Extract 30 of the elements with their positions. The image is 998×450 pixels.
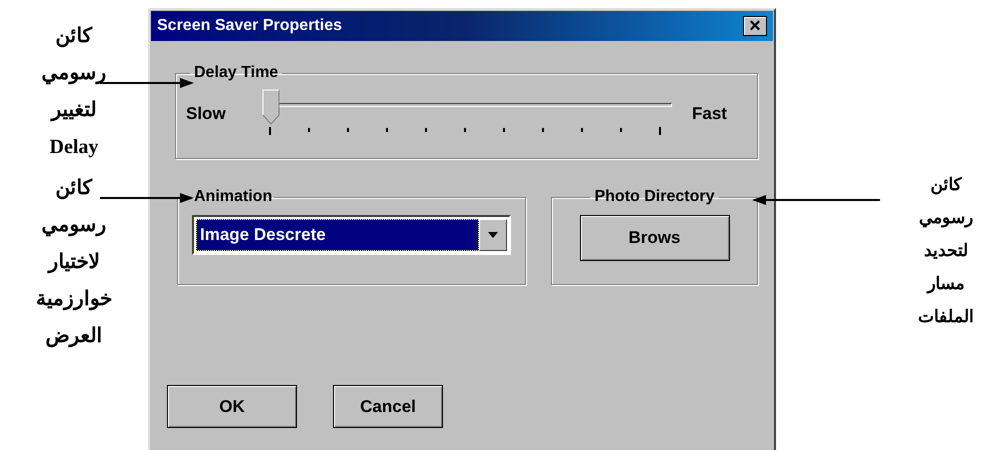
slider-thumb[interactable]: [262, 89, 280, 125]
fast-label: Fast: [692, 103, 727, 125]
window-title: Screen Saver Properties: [157, 16, 342, 36]
annotation-line: مسار: [928, 273, 964, 296]
annotation-line: Delay: [50, 135, 98, 160]
dialog-button[interactable]: OK: [167, 385, 297, 428]
dialog-button[interactable]: Cancel: [333, 385, 443, 428]
annotation-line: خوارزمية: [36, 287, 112, 312]
annotation-line: رسومي: [919, 207, 973, 230]
close-button[interactable]: ×: [743, 16, 767, 36]
dropdown-button[interactable]: [479, 219, 507, 251]
dialog-button[interactable]: Brows: [580, 215, 730, 261]
group-label: Delay Time: [193, 63, 280, 83]
slow-label: Slow: [186, 103, 227, 125]
annotation-line: كائن: [56, 176, 92, 202]
annotation-line: لتحديد: [924, 240, 968, 262]
annotation-line: كائن: [930, 174, 962, 196]
annotation-line: لتغيير: [52, 98, 96, 124]
dropdown-value: Image Descrete: [196, 219, 479, 251]
slider-track[interactable]: [262, 87, 672, 127]
annotation-line: العرض: [46, 324, 102, 350]
annotation-line: رسومي: [42, 213, 106, 238]
caret-icon: [488, 232, 498, 238]
group-label: Animation: [193, 187, 274, 207]
annotation-line: الملفات: [918, 306, 974, 328]
animation-dropdown[interactable]: Image Descrete: [192, 215, 511, 255]
annotation-line: رسومي: [42, 61, 106, 86]
group-label: Photo Directory: [593, 187, 716, 207]
annotation-line: كائن: [56, 24, 92, 50]
annotation-line: لاختيار: [48, 250, 100, 276]
